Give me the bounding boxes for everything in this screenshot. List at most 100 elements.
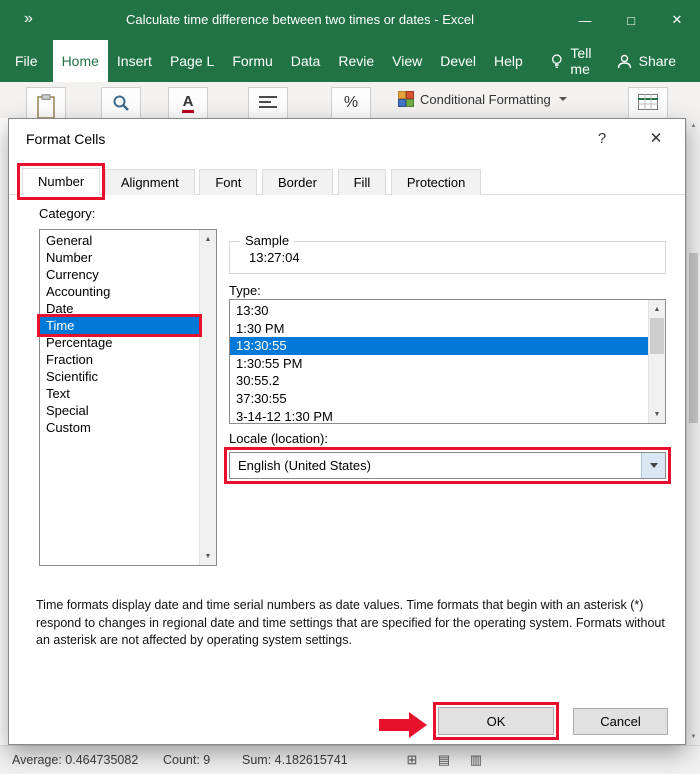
type-scrollbar[interactable]: ▲ ▼ <box>648 300 665 423</box>
category-option-number[interactable]: Number <box>40 249 199 266</box>
dialog-tab-alignment[interactable]: Alignment <box>104 169 195 195</box>
close-button[interactable]: ✕ <box>654 0 700 40</box>
category-option-date[interactable]: Date <box>40 300 199 317</box>
scrollbar-thumb[interactable] <box>689 253 698 423</box>
table-icon <box>638 94 658 110</box>
tab-help[interactable]: Help <box>485 40 532 82</box>
format-description: Time formats display date and time seria… <box>36 598 665 647</box>
conditional-formatting-button[interactable]: Conditional Formatting <box>398 91 567 107</box>
share-button[interactable]: Share <box>617 40 676 82</box>
category-option-accounting[interactable]: Accounting <box>40 283 199 300</box>
clipboard-icon <box>37 94 55 118</box>
category-option-scientific[interactable]: Scientific <box>40 368 199 385</box>
scroll-down-icon[interactable]: ▼ <box>687 734 700 740</box>
person-icon <box>617 54 631 68</box>
type-option[interactable]: 37:30:55 <box>230 390 648 408</box>
share-label: Share <box>638 53 676 69</box>
page-layout-view-button[interactable]: ▤ <box>435 752 453 768</box>
sample-group: Sample 13:27:04 <box>229 233 666 274</box>
tab-review[interactable]: Revie <box>329 40 383 82</box>
ok-button[interactable]: OK <box>433 702 559 740</box>
font-color-icon: A <box>181 94 195 113</box>
dialog-close-button[interactable]: ✕ <box>643 129 669 147</box>
category-option-percentage[interactable]: Percentage <box>40 334 199 351</box>
status-count: Count: 9 <box>163 753 211 767</box>
cancel-button[interactable]: Cancel <box>573 708 668 735</box>
category-scrollbar[interactable]: ▲ ▼ <box>199 230 216 565</box>
search-icon <box>113 95 129 111</box>
chevron-down-icon <box>649 463 658 468</box>
alignment-button[interactable] <box>248 87 288 118</box>
scroll-down-icon[interactable]: ▼ <box>200 548 216 564</box>
type-listbox: 13:30 1:30 PM 13:30:55 1:30:55 PM 30:55.… <box>229 299 666 424</box>
search-button[interactable] <box>101 87 141 118</box>
dialog-title: Format Cells <box>26 131 106 147</box>
type-option[interactable]: 13:30 <box>230 302 648 320</box>
format-cells-dialog: Format Cells ? ✕ Number Alignment Font B… <box>8 118 686 745</box>
dialog-help-button[interactable]: ? <box>591 130 613 147</box>
worksheet-vscrollbar[interactable]: ▲ ▼ <box>686 118 700 745</box>
category-option-text[interactable]: Text <box>40 385 199 402</box>
tab-data[interactable]: Data <box>282 40 330 82</box>
maximize-button[interactable]: □ <box>608 0 654 40</box>
arrow-head <box>409 712 427 738</box>
sample-label: Sample <box>240 233 295 248</box>
type-option[interactable]: 30:55.2 <box>230 372 648 390</box>
quick-access-toolbar-icon[interactable]: » <box>24 10 33 28</box>
align-lines-icon <box>259 96 277 108</box>
type-option-selected[interactable]: 13:30:55 <box>230 337 648 355</box>
locale-dropdown[interactable]: English (United States) <box>224 447 671 484</box>
category-items: General Number Currency Accounting Date … <box>37 232 202 436</box>
type-option[interactable]: 1:30:55 PM <box>230 355 648 373</box>
dialog-tab-border[interactable]: Border <box>261 169 333 195</box>
percent-style-button[interactable]: % <box>331 87 371 118</box>
category-option-general[interactable]: General <box>40 232 199 249</box>
annotation-arrow <box>379 712 431 738</box>
tab-developer[interactable]: Devel <box>431 40 485 82</box>
scroll-down-icon[interactable]: ▼ <box>649 406 665 422</box>
ribbon: A % Conditional Formatting <box>0 82 700 118</box>
format-as-table-button[interactable] <box>628 87 668 118</box>
category-listbox: General Number Currency Accounting Date … <box>37 229 217 566</box>
tab-home[interactable]: Home <box>52 40 108 82</box>
ribbon-tab-bar: File Home Insert Page L Formu Data Revie… <box>0 40 700 82</box>
status-bar: Average: 0.464735082 Count: 9 Sum: 4.182… <box>0 745 700 774</box>
locale-label: Locale (location): <box>229 431 328 446</box>
tab-insert[interactable]: Insert <box>108 40 161 82</box>
page-break-view-button[interactable]: ▥ <box>467 752 485 768</box>
category-option-special[interactable]: Special <box>40 402 199 419</box>
minimize-button[interactable]: — <box>562 0 608 40</box>
dialog-tab-font[interactable]: Font <box>199 169 258 195</box>
view-shortcuts: ⊞ ▤ ▥ <box>403 746 485 774</box>
tell-me-box[interactable]: Tell me <box>544 40 617 82</box>
type-label: Type: <box>229 283 261 298</box>
dropdown-arrow-button[interactable] <box>641 453 665 478</box>
scroll-up-icon[interactable]: ▲ <box>200 231 216 247</box>
scroll-up-icon[interactable]: ▲ <box>687 123 700 129</box>
conditional-formatting-icon <box>398 91 414 107</box>
tab-view[interactable]: View <box>383 40 431 82</box>
tell-me-label: Tell me <box>570 45 592 77</box>
font-color-button[interactable]: A <box>168 87 208 118</box>
category-option-currency[interactable]: Currency <box>40 266 199 283</box>
scrollbar-thumb[interactable] <box>650 318 664 354</box>
title-bar: » Calculate time difference between two … <box>0 0 700 40</box>
type-option[interactable]: 1:30 PM <box>230 320 648 338</box>
paste-button[interactable] <box>26 87 66 118</box>
scroll-up-icon[interactable]: ▲ <box>649 301 665 317</box>
normal-view-button[interactable]: ⊞ <box>403 752 421 768</box>
status-sum: Sum: 4.182615741 <box>242 753 348 767</box>
category-option-time[interactable]: Time <box>37 314 202 337</box>
category-option-custom[interactable]: Custom <box>40 419 199 436</box>
dialog-tab-number[interactable]: Number <box>16 163 106 200</box>
status-average: Average: 0.464735082 <box>12 753 139 767</box>
lightbulb-icon <box>551 53 562 68</box>
dialog-tab-protection[interactable]: Protection <box>390 169 482 195</box>
tab-file[interactable]: File <box>0 40 53 82</box>
type-option[interactable]: 3-14-12 1:30 PM <box>230 408 648 426</box>
category-option-fraction[interactable]: Fraction <box>40 351 199 368</box>
tab-formulas[interactable]: Formu <box>223 40 281 82</box>
category-label: Category: <box>39 206 96 221</box>
tab-page-layout[interactable]: Page L <box>161 40 223 82</box>
dialog-tab-fill[interactable]: Fill <box>337 169 387 195</box>
